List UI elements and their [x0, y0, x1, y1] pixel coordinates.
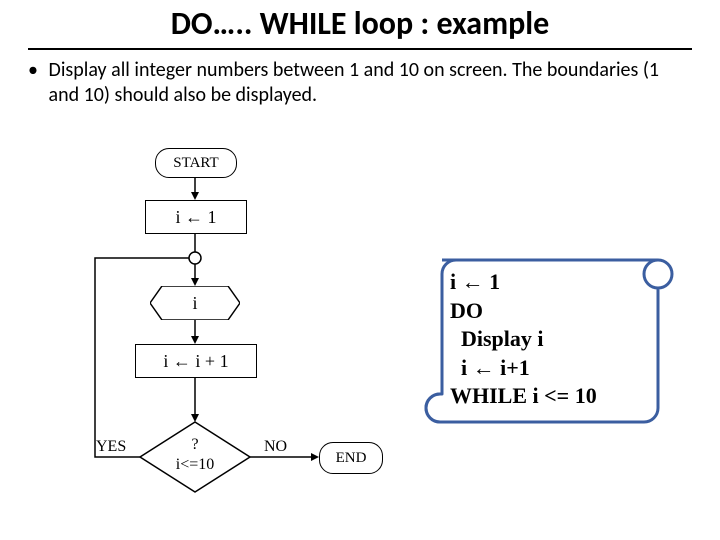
flow-decision-q: ? [172, 436, 218, 454]
pseudocode-text: i ← 1 DO Display i i ← i+1 WHILE i <= 10 [450, 268, 597, 411]
flow-start: START [155, 148, 237, 178]
description-bullet: • Display all integer numbers between 1 … [28, 58, 692, 108]
title-underline [28, 48, 692, 50]
page-title: DO….. WHILE loop : example [0, 4, 720, 43]
flow-decision-cond: i<=10 [168, 456, 222, 474]
flow-output-text: i [150, 286, 240, 320]
pseudocode-scroll: i ← 1 DO Display i i ← i+1 WHILE i <= 10 [420, 258, 680, 428]
flow-connectors [0, 120, 450, 540]
flow-no-label: NO [264, 438, 287, 456]
flow-yes-label: YES [96, 438, 126, 456]
bullet-dot: • [28, 58, 44, 83]
flow-end: END [319, 442, 383, 474]
flow-step: i ← i + 1 [135, 344, 257, 378]
flow-output: i [150, 286, 240, 320]
flow-init: i ← 1 [145, 200, 247, 234]
flowchart: START i ← 1 i i ← i + 1 ? i<=10 YES NO E… [0, 120, 450, 540]
bullet-text: Display all integer numbers between 1 an… [49, 58, 689, 108]
